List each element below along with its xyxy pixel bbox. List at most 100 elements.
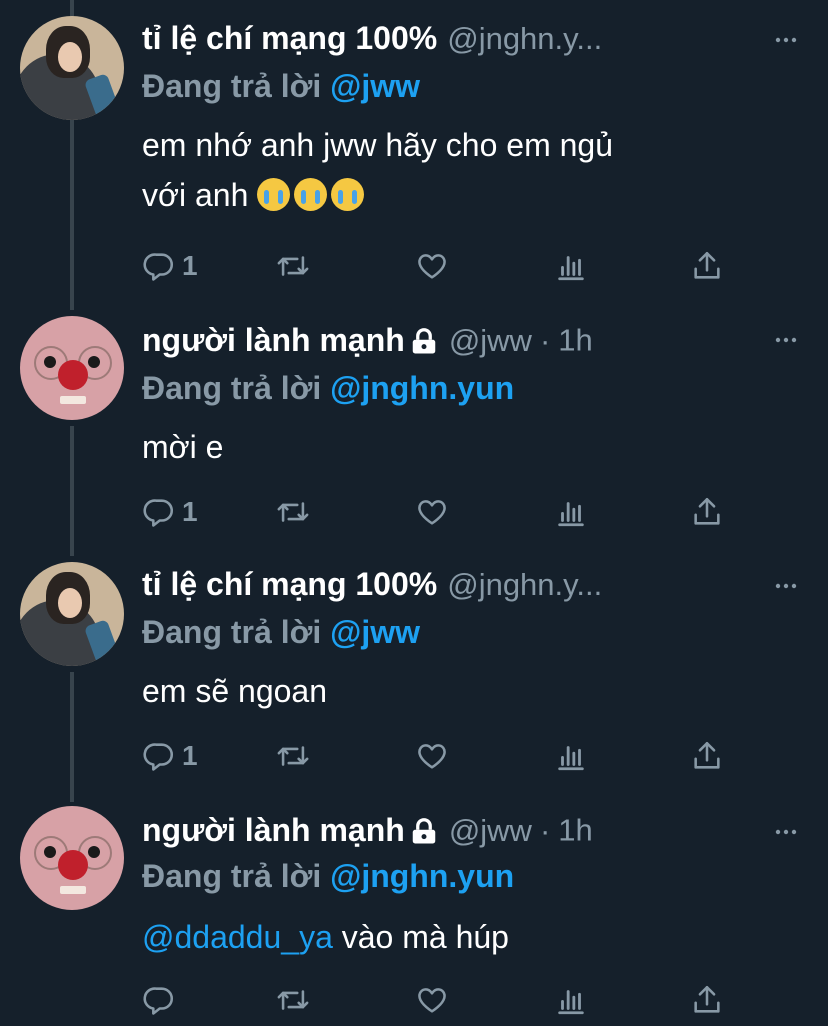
like-icon (415, 249, 449, 283)
retweet-button[interactable] (276, 736, 310, 776)
avatar[interactable] (20, 16, 124, 120)
tweet[interactable]: người lành mạnh @jww · 1h Đang trả lời @jng… (0, 310, 828, 556)
author-name[interactable]: người lành mạnh (142, 322, 405, 358)
tweet-text: em nhớ anh jww hãy cho em ngủ với anh (142, 120, 802, 220)
replying-to: Đang trả lời @jnghn.yun (142, 858, 514, 895)
retweet-icon (276, 983, 310, 1017)
replying-label: Đang trả lời (142, 614, 331, 650)
tweet[interactable]: tỉ lệ chí mạng 100% @jnghn.y... Đang trả … (0, 556, 828, 802)
analytics-icon (554, 495, 588, 529)
retweet-icon (276, 739, 310, 773)
share-icon (690, 495, 724, 529)
replying-label: Đang trả lời (142, 370, 331, 406)
replying-mention[interactable]: @jww (330, 68, 420, 104)
tweet-text: em sẽ ngoan (142, 673, 328, 709)
reply-button[interactable] (142, 980, 182, 1020)
author-handle[interactable]: @jww (449, 323, 532, 358)
avatar[interactable] (20, 562, 124, 666)
replying-to: Đang trả lời @jww (142, 68, 420, 105)
tweet-text: mời e (142, 429, 224, 465)
separator: · (539, 812, 551, 848)
analytics-button[interactable] (554, 980, 588, 1020)
crying-emoji-icon (331, 178, 365, 211)
analytics-button[interactable] (554, 736, 588, 776)
tweet-text-body: vào mà húp (332, 919, 509, 955)
tweet-header: tỉ lệ chí mạng 100% @jnghn.y... (142, 566, 822, 610)
analytics-icon (554, 249, 588, 283)
avatar[interactable] (20, 316, 124, 420)
more-icon[interactable] (774, 582, 798, 590)
replying-mention[interactable]: @jww (330, 614, 420, 650)
analytics-button[interactable] (554, 246, 588, 286)
author-handle[interactable]: @jnghn.y... (447, 567, 602, 602)
reply-icon (142, 249, 176, 283)
tweet-header: người lành mạnh @jww · 1h (142, 812, 822, 856)
reply-button[interactable]: 1 (142, 492, 198, 532)
replying-mention[interactable]: @jnghn.yun (330, 370, 514, 406)
timestamp[interactable]: 1h (558, 813, 592, 848)
lock-icon (409, 816, 439, 846)
share-icon (690, 983, 724, 1017)
retweet-button[interactable] (276, 492, 310, 532)
retweet-icon (276, 495, 310, 529)
analytics-icon (554, 983, 588, 1017)
tweet-header: người lành mạnh @jww · 1h (142, 322, 822, 366)
share-icon (690, 739, 724, 773)
like-button[interactable] (415, 980, 449, 1020)
retweet-button[interactable] (276, 246, 310, 286)
crying-emoji-icon (294, 178, 328, 211)
replying-label: Đang trả lời (142, 858, 331, 894)
more-icon[interactable] (774, 36, 798, 44)
tweet-text: @ddaddu_ya vào mà húp (142, 912, 802, 962)
reply-icon (142, 983, 176, 1017)
tweet[interactable]: tỉ lệ chí mạng 100% @jnghn.y... Đang trả … (0, 0, 828, 300)
share-icon (690, 249, 724, 283)
share-button[interactable] (690, 980, 724, 1020)
author-handle[interactable]: @jnghn.y... (447, 21, 602, 56)
like-icon (415, 983, 449, 1017)
author-name[interactable]: tỉ lệ chí mạng 100% (142, 566, 437, 602)
text-mention[interactable]: @ddaddu_ya (142, 919, 333, 955)
like-icon (415, 495, 449, 529)
tweet-text-line: với anh (142, 170, 802, 220)
action-bar: 1 (142, 492, 742, 532)
tweet-text-line: em nhớ anh jww hãy cho em ngủ (142, 127, 614, 163)
reply-icon (142, 495, 176, 529)
share-button[interactable] (690, 246, 724, 286)
reply-icon (142, 739, 176, 773)
like-button[interactable] (415, 246, 449, 286)
like-button[interactable] (415, 492, 449, 532)
reply-button[interactable]: 1 (142, 246, 198, 286)
timestamp[interactable]: 1h (558, 323, 592, 358)
analytics-icon (554, 739, 588, 773)
retweet-button[interactable] (276, 980, 310, 1020)
reply-count: 1 (182, 740, 198, 771)
more-icon[interactable] (774, 336, 798, 344)
action-bar: 1 (142, 736, 742, 776)
tweet[interactable]: người lành mạnh @jww · 1h Đang trả lời @jng… (0, 802, 828, 1026)
action-bar (142, 980, 742, 1020)
separator: · (539, 322, 551, 358)
share-button[interactable] (690, 492, 724, 532)
tweet-header: tỉ lệ chí mạng 100% @jnghn.y... (142, 20, 822, 64)
retweet-icon (276, 249, 310, 283)
share-button[interactable] (690, 736, 724, 776)
reply-button[interactable]: 1 (142, 736, 198, 776)
action-bar: 1 (142, 246, 742, 286)
like-icon (415, 739, 449, 773)
tweet-text-line-2: với anh (142, 177, 249, 213)
replying-to: Đang trả lời @jww (142, 614, 420, 651)
analytics-button[interactable] (554, 492, 588, 532)
crying-emoji-icon (257, 178, 291, 211)
avatar[interactable] (20, 806, 124, 910)
replying-mention[interactable]: @jnghn.yun (330, 858, 514, 894)
more-icon[interactable] (774, 828, 798, 836)
reply-count: 1 (182, 250, 198, 281)
author-handle[interactable]: @jww (449, 813, 532, 848)
replying-to: Đang trả lời @jnghn.yun (142, 370, 514, 407)
like-button[interactable] (415, 736, 449, 776)
lock-icon (409, 326, 439, 356)
author-name[interactable]: người lành mạnh (142, 812, 405, 848)
author-name[interactable]: tỉ lệ chí mạng 100% (142, 20, 437, 56)
replying-label: Đang trả lời (142, 68, 331, 104)
